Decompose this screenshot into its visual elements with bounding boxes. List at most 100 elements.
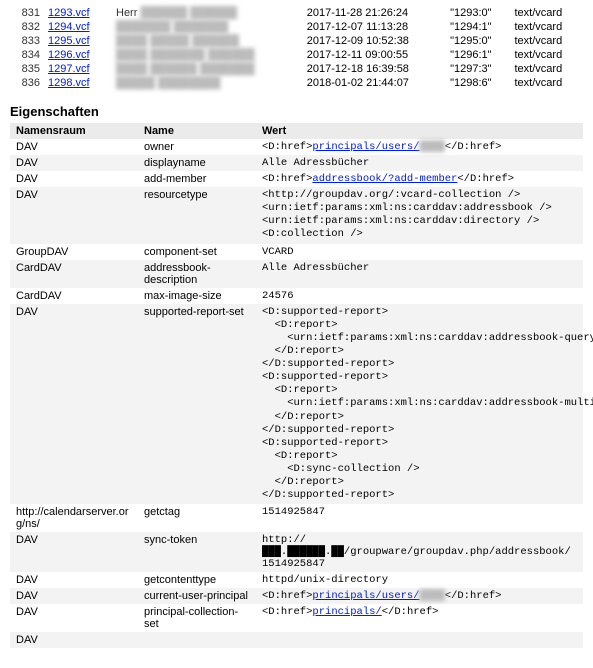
file-owner: ███████ ███████ (112, 20, 303, 34)
file-index: 835 (10, 62, 44, 76)
property-row: GroupDAVcomponent-set VCARD (10, 244, 583, 260)
file-row: 834 1296.vcf ████ ███████ ██████2017-12-11… (10, 48, 583, 62)
file-mimetype: text/vcard (511, 20, 584, 34)
property-row: CardDAVmax-image-size 24576 (10, 288, 583, 304)
property-namespace: GroupDAV (10, 244, 138, 260)
redacted-text: ████ (420, 141, 445, 153)
property-namespace: http://calendarserver.org/ns/ (10, 504, 138, 532)
file-index: 834 (10, 48, 44, 62)
file-owner: ████ █████ ██████ (112, 34, 303, 48)
property-value-link[interactable]: principals/users/ (312, 141, 419, 153)
file-owner: █████ ████████ (112, 76, 303, 90)
properties-heading: Eigenschaften (10, 104, 583, 119)
property-namespace: DAV (10, 187, 138, 244)
property-value: <D:href> (262, 606, 312, 618)
property-value: 24576 (262, 290, 294, 302)
property-name: sync-token (138, 532, 256, 572)
property-namespace: DAV (10, 632, 138, 648)
property-namespace: DAV (10, 304, 138, 505)
property-value: <D:href> (262, 141, 312, 153)
properties-header-row: Namensraum Name Wert (10, 123, 583, 139)
file-etag: "1298:6" (446, 76, 510, 90)
file-owner: ████ ███████ ██████ (112, 48, 303, 62)
file-list-table: 831 1293.vcf Herr ██████ ██████2017-11-28 … (10, 6, 583, 90)
file-row: 836 1298.vcf █████ ████████2018-01-02 21:4… (10, 76, 583, 90)
property-value: Alle Adressbücher (262, 262, 369, 274)
property-namespace: DAV (10, 139, 138, 155)
file-etag: "1295:0" (446, 34, 510, 48)
properties-table: Namensraum Name Wert DAVowner<D:href>pri… (10, 123, 583, 648)
property-name: owner (138, 139, 256, 155)
property-value: httpd/unix-directory (262, 574, 388, 586)
property-value: </D:href> (382, 606, 439, 618)
property-value: </D:href> (445, 590, 502, 602)
property-name: component-set (138, 244, 256, 260)
file-etag: "1293:0" (446, 6, 510, 20)
file-timestamp: 2018-01-02 21:44:07 (303, 76, 446, 90)
property-value-link[interactable]: principals/ (312, 606, 381, 618)
property-namespace: CardDAV (10, 288, 138, 304)
file-row: 831 1293.vcf Herr ██████ ██████2017-11-28 … (10, 6, 583, 20)
property-value: <D:href> (262, 590, 312, 602)
file-index: 836 (10, 76, 44, 90)
property-row: DAVsupported-report-set<D:supported-repo… (10, 304, 583, 505)
file-timestamp: 2017-12-18 16:39:58 (303, 62, 446, 76)
property-name: max-image-size (138, 288, 256, 304)
property-value: http://███.██████.██/groupware/groupdav.… (262, 534, 571, 570)
property-name: getctag (138, 504, 256, 532)
file-owner: Herr ██████ ██████ (112, 6, 303, 20)
file-link[interactable]: 1294.vcf (48, 21, 90, 33)
property-row: DAVowner <D:href>principals/users/████</D… (10, 139, 583, 155)
property-value: </D:href> (445, 141, 502, 153)
property-row: DAVdisplaynameAlle Adressbücher (10, 155, 583, 171)
file-index: 832 (10, 20, 44, 34)
file-mimetype: text/vcard (511, 34, 584, 48)
file-etag: "1296:1" (446, 48, 510, 62)
property-namespace: DAV (10, 171, 138, 187)
file-mimetype: text/vcard (511, 48, 584, 62)
file-row: 8321294.vcf███████ ███████2017-12-07 11:… (10, 20, 583, 34)
property-row: DAV (10, 632, 583, 648)
property-row: DAVprincipal-collection-set<D:href>princ… (10, 604, 583, 632)
file-owner: ████ ██████ ███████ (112, 62, 303, 76)
property-namespace: DAV (10, 588, 138, 604)
property-namespace: DAV (10, 532, 138, 572)
file-link[interactable]: 1296.vcf (48, 49, 90, 61)
property-name: supported-report-set (138, 304, 256, 505)
file-timestamp: 2017-11-28 21:26:24 (303, 6, 446, 20)
redacted-text: ████ (420, 590, 445, 602)
file-timestamp: 2017-12-11 09:00:55 (303, 48, 446, 62)
file-row: 8331295.vcf████ █████ ██████2017-12-09 1… (10, 34, 583, 48)
file-index: 831 (10, 6, 44, 20)
file-index: 833 (10, 34, 44, 48)
property-value: VCARD (262, 246, 294, 258)
property-row: DAVadd-member<D:href>addressbook/?add-me… (10, 171, 583, 187)
file-mimetype: text/vcard (511, 62, 584, 76)
file-link[interactable]: 1297.vcf (48, 63, 90, 75)
property-name (138, 632, 256, 648)
property-value-block: <D:supported-report> <D:report> <urn:iet… (262, 306, 577, 503)
property-namespace: DAV (10, 155, 138, 171)
file-mimetype: text/vcard (511, 76, 584, 90)
property-value-link[interactable]: principals/users/ (312, 590, 419, 602)
property-name: resourcetype (138, 187, 256, 244)
property-value-link[interactable]: addressbook/?add-member (312, 173, 457, 185)
page-root: 831 1293.vcf Herr ██████ ██████2017-11-28 … (0, 0, 593, 668)
property-value: </D:href> (457, 173, 514, 185)
file-link[interactable]: 1293.vcf (48, 7, 90, 19)
property-row: DAVsync-tokenhttp://███.██████.██/groupw… (10, 532, 583, 572)
file-etag: "1297:3" (446, 62, 510, 76)
property-name: getcontenttype (138, 572, 256, 588)
property-value: 1514925847 (262, 506, 325, 518)
property-row: DAVresourcetype<http://groupdav.org/:vca… (10, 187, 583, 244)
property-name: addressbook-description (138, 260, 256, 288)
file-link[interactable]: 1295.vcf (48, 35, 90, 47)
property-namespace: CardDAV (10, 260, 138, 288)
property-row: DAVcurrent-user-principal<D:href>princip… (10, 588, 583, 604)
col-header-namespace: Namensraum (10, 123, 138, 139)
col-header-value: Wert (256, 123, 583, 139)
col-header-name: Name (138, 123, 256, 139)
property-namespace: DAV (10, 604, 138, 632)
file-link[interactable]: 1298.vcf (48, 77, 90, 89)
file-mimetype: text/vcard (511, 6, 584, 20)
